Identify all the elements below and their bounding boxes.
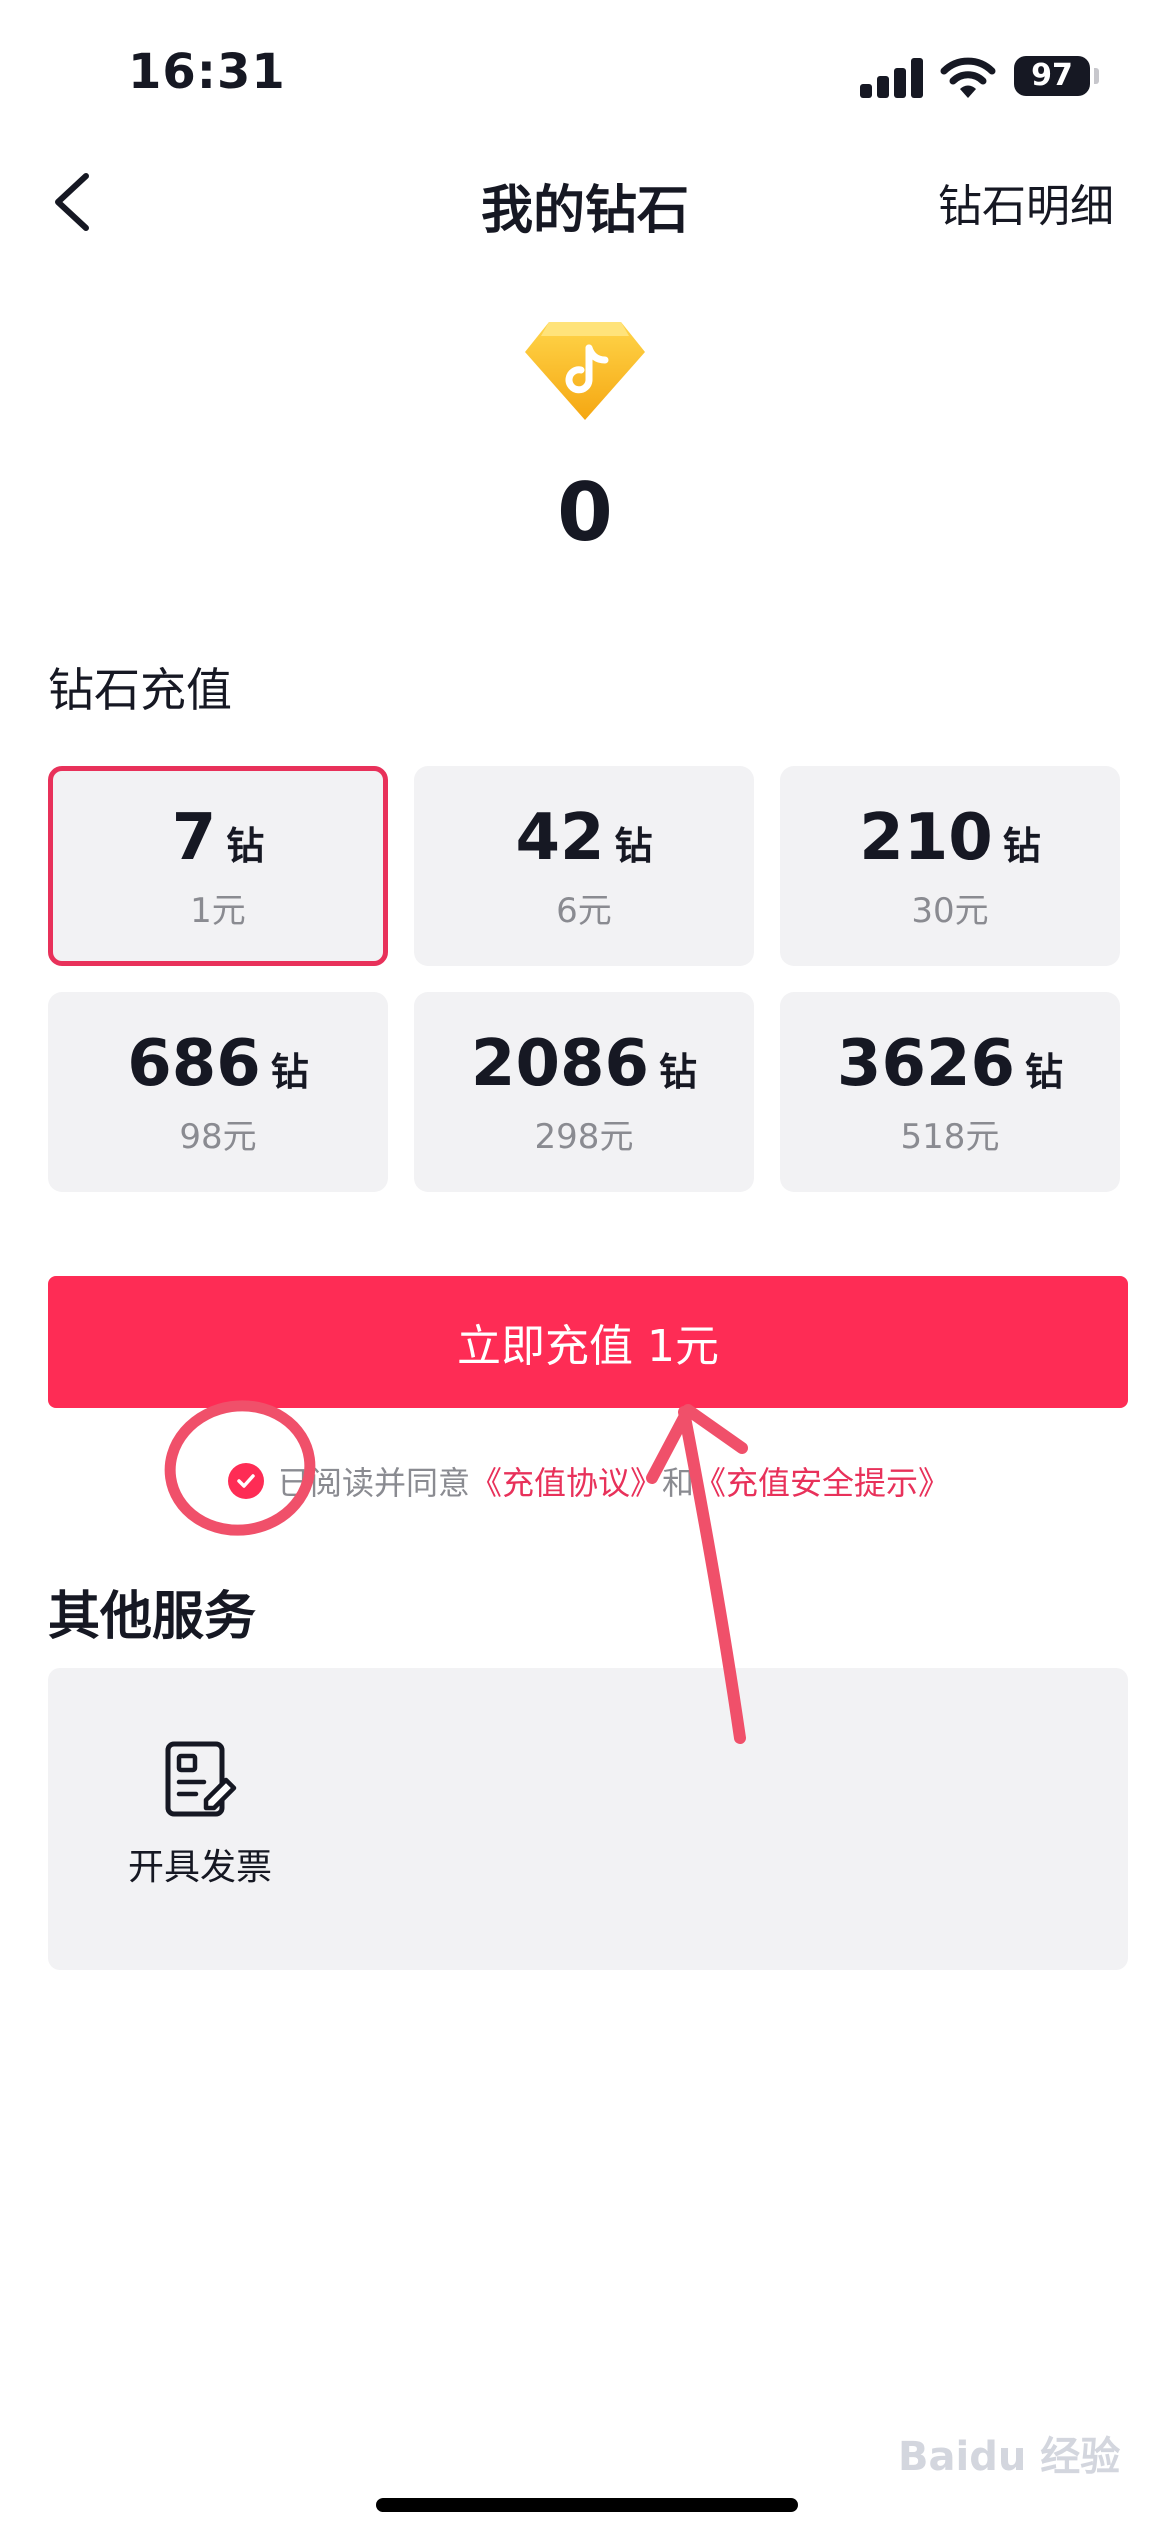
recharge-package-42[interactable]: 42 钻 6元 (414, 766, 754, 966)
recharge-package-3626[interactable]: 3626 钻 518元 (780, 992, 1120, 1192)
package-unit: 钻 (270, 1049, 309, 1094)
agreement-connector: 和 (662, 1464, 695, 1502)
package-amount: 686 (127, 1026, 261, 1101)
cellular-signal-icon (860, 58, 924, 98)
package-amount: 3626 (836, 1026, 1016, 1101)
package-amount: 2086 (470, 1026, 650, 1101)
invoice-icon (165, 1741, 237, 1817)
package-unit: 钻 (1025, 1049, 1064, 1094)
recharge-now-button[interactable]: 立即充值 1元 (48, 1276, 1128, 1408)
issue-invoice-label: 开具发票 (128, 1847, 273, 1888)
recharge-package-7[interactable]: 7 钻 1元 (48, 766, 388, 966)
package-price: 30元 (911, 890, 989, 931)
battery-nub (1094, 68, 1099, 84)
other-services-panel: 开具发票 (48, 1668, 1128, 1970)
recharge-package-686[interactable]: 686 钻 98元 (48, 992, 388, 1192)
agreement-row: 已阅读并同意 《充值协议》 和 《充值安全提示》 (228, 1456, 950, 1506)
home-indicator (376, 2498, 798, 2512)
package-amount: 210 (859, 800, 993, 875)
recharge-package-2086[interactable]: 2086 钻 298元 (414, 992, 754, 1192)
other-services-title: 其他服务 (48, 1587, 257, 1647)
status-time: 16:31 (128, 44, 286, 100)
diamond-icon (525, 322, 645, 420)
wifi-icon (940, 57, 996, 98)
package-unit: 钻 (614, 823, 653, 868)
package-amount: 7 (171, 800, 217, 875)
recharge-agreement-link[interactable]: 《充值协议》 (470, 1458, 662, 1504)
package-price: 1元 (190, 890, 246, 931)
checkmark-icon (237, 1474, 255, 1488)
package-price: 298元 (534, 1116, 634, 1157)
recharge-package-grid: 7 钻 1元 42 钻 6元 210 钻 30元 686 钻 98元 2086 … (48, 766, 1128, 1192)
package-price: 98元 (179, 1116, 257, 1157)
agreement-checkbox[interactable] (228, 1463, 264, 1499)
agreement-prefix: 已阅读并同意 (278, 1464, 471, 1502)
diamond-balance: 0 (557, 466, 613, 559)
baidu-watermark: Baidu 经验 (898, 2434, 1121, 2480)
recharge-section-title: 钻石充值 (48, 663, 232, 717)
package-amount: 42 (515, 800, 605, 875)
package-unit: 钻 (226, 823, 265, 868)
package-price: 518元 (900, 1116, 1000, 1157)
recharge-package-210[interactable]: 210 钻 30元 (780, 766, 1120, 966)
package-price: 6元 (556, 890, 612, 931)
status-bar: 16:31 97 (0, 0, 1170, 150)
package-unit: 钻 (1002, 823, 1041, 868)
recharge-safety-tips-link[interactable]: 《充值安全提示》 (694, 1458, 950, 1504)
battery-icon: 97 (1014, 56, 1090, 96)
package-unit: 钻 (659, 1049, 698, 1094)
issue-invoice-button[interactable]: 开具发票 (128, 1740, 273, 1890)
diamond-detail-link[interactable]: 钻石明细 (938, 170, 1114, 234)
